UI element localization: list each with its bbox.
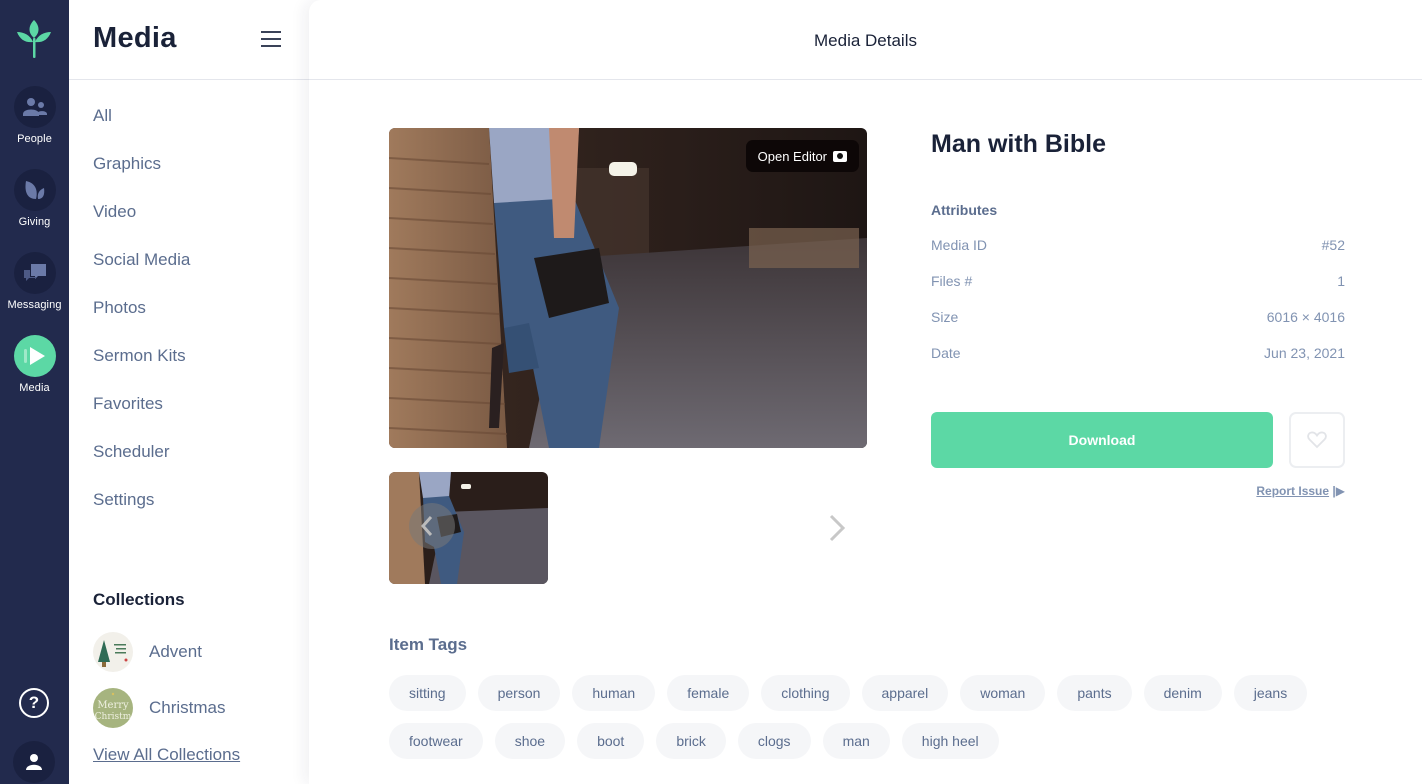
- media-info: Man with Bible Attributes Media ID #52 F…: [931, 128, 1345, 380]
- rail-item-label: Media: [19, 382, 50, 394]
- rail-item-giving[interactable]: Giving: [0, 169, 69, 228]
- media-preview-image: Open Editor: [389, 128, 867, 448]
- attribute-value: 6016 × 4016: [1266, 309, 1345, 325]
- sidebar-item-social-media[interactable]: Social Media: [93, 248, 190, 296]
- download-button[interactable]: Download: [931, 412, 1273, 468]
- tag-chip[interactable]: sitting: [389, 675, 466, 711]
- view-all-collections-link[interactable]: View All Collections: [93, 745, 240, 765]
- chevron-right-icon[interactable]: [825, 512, 849, 544]
- tag-chip[interactable]: high heel: [901, 723, 999, 759]
- rail-item-label: Giving: [18, 216, 51, 228]
- flag-icon: |▶: [1332, 484, 1345, 498]
- tag-chip[interactable]: boot: [577, 723, 645, 759]
- tag-chip[interactable]: denim: [1143, 675, 1222, 711]
- collections-heading: Collections: [93, 590, 185, 609]
- open-editor-label: Open Editor: [757, 148, 827, 164]
- svg-text:Christm: Christm: [95, 712, 132, 722]
- collection-item-advent[interactable]: Advent: [93, 632, 202, 672]
- tag-chip[interactable]: woman: [960, 675, 1046, 711]
- heart-icon: [1307, 431, 1327, 449]
- report-issue-label: Report Issue: [1256, 484, 1330, 498]
- tag-chip[interactable]: pants: [1057, 675, 1132, 711]
- messaging-icon: [23, 264, 46, 281]
- attribute-row-size: Size 6016 × 4016: [931, 308, 1345, 344]
- attributes-heading: Attributes: [931, 202, 998, 218]
- help-icon[interactable]: ?: [19, 688, 49, 718]
- report-issue-link[interactable]: Report Issue |▶: [931, 484, 1345, 498]
- action-buttons: Download: [931, 412, 1345, 468]
- people-icon: [22, 98, 47, 116]
- attribute-label: Media ID: [931, 237, 988, 253]
- media-sidebar: Media All Graphics Video Social Media Ph…: [69, 0, 378, 784]
- app-rail: People Giving Messaging Media ?: [0, 0, 69, 784]
- sidebar-divider: [69, 79, 309, 80]
- panel-title: Media Details: [814, 31, 917, 50]
- rail-item-label: People: [17, 133, 52, 145]
- collection-name: Christmas: [149, 698, 226, 717]
- sidebar-title: Media: [93, 22, 177, 54]
- attribute-row-media-id: Media ID #52: [931, 236, 1345, 272]
- sidebar-item-photos[interactable]: Photos: [93, 296, 190, 344]
- attribute-value: #52: [1321, 237, 1345, 253]
- collection-thumbnail: [93, 632, 133, 672]
- tag-chip[interactable]: female: [667, 675, 750, 711]
- tag-chip[interactable]: clogs: [737, 723, 811, 759]
- rail-item-label: Messaging: [7, 299, 62, 311]
- svg-text:Merry: Merry: [97, 700, 129, 711]
- attribute-row-files: Files # 1: [931, 272, 1345, 308]
- sidebar-item-favorites[interactable]: Favorites: [93, 392, 190, 440]
- tag-chip[interactable]: brick: [656, 723, 726, 759]
- tag-chip[interactable]: jeans: [1233, 675, 1308, 711]
- collection-thumbnail: Merry Christm: [93, 688, 133, 728]
- tag-chip[interactable]: person: [477, 675, 561, 711]
- chevron-left-icon: [420, 516, 433, 536]
- tag-chip[interactable]: human: [572, 675, 656, 711]
- sidebar-item-sermon-kits[interactable]: Sermon Kits: [93, 344, 190, 392]
- open-editor-button[interactable]: Open Editor: [745, 140, 859, 172]
- rail-item-media[interactable]: Media: [0, 335, 69, 394]
- sidebar-item-all[interactable]: All: [93, 104, 190, 152]
- sidebar-nav: All Graphics Video Social Media Photos S…: [93, 104, 190, 536]
- attribute-value: 1: [1337, 273, 1345, 289]
- giving-icon: [24, 181, 44, 199]
- rail-item-messaging[interactable]: Messaging: [0, 252, 69, 311]
- tag-chip[interactable]: man: [822, 723, 890, 759]
- sidebar-item-settings[interactable]: Settings: [93, 488, 190, 536]
- sidebar-item-scheduler[interactable]: Scheduler: [93, 440, 190, 488]
- user-icon: [26, 754, 42, 770]
- attribute-label: Files #: [931, 273, 973, 289]
- media-title: Man with Bible: [931, 130, 1106, 158]
- favorite-button[interactable]: [1289, 412, 1345, 468]
- attribute-label: Date: [931, 345, 961, 361]
- tag-chip[interactable]: clothing: [761, 675, 850, 711]
- tag-chip[interactable]: footwear: [389, 723, 483, 759]
- attribute-row-date: Date Jun 23, 2021: [931, 344, 1345, 380]
- sidebar-item-video[interactable]: Video: [93, 200, 190, 248]
- tag-chip[interactable]: shoe: [494, 723, 566, 759]
- attribute-label: Size: [931, 309, 959, 325]
- collection-name: Advent: [149, 642, 202, 661]
- attribute-value: Jun 23, 2021: [1264, 345, 1345, 361]
- item-tags-heading: Item Tags: [389, 635, 468, 654]
- rail-item-people[interactable]: People: [0, 86, 69, 145]
- camera-icon: [833, 150, 847, 162]
- panel-header: Media Details: [309, 0, 1422, 80]
- collection-item-christmas[interactable]: Merry Christm Christmas: [93, 688, 226, 728]
- account-button[interactable]: [13, 741, 55, 783]
- tag-list: sitting person human female clothing apparel w…: [389, 675, 1369, 759]
- sidebar-item-graphics[interactable]: Graphics: [93, 152, 190, 200]
- tag-chip[interactable]: apparel: [861, 675, 949, 711]
- hamburger-menu-icon[interactable]: [261, 31, 281, 48]
- media-play-icon: [23, 347, 45, 365]
- media-details-panel: Media Details Open Editor Man with Bible…: [309, 0, 1422, 784]
- leaf-logo-icon[interactable]: [14, 18, 54, 60]
- previous-image-button[interactable]: [409, 503, 455, 549]
